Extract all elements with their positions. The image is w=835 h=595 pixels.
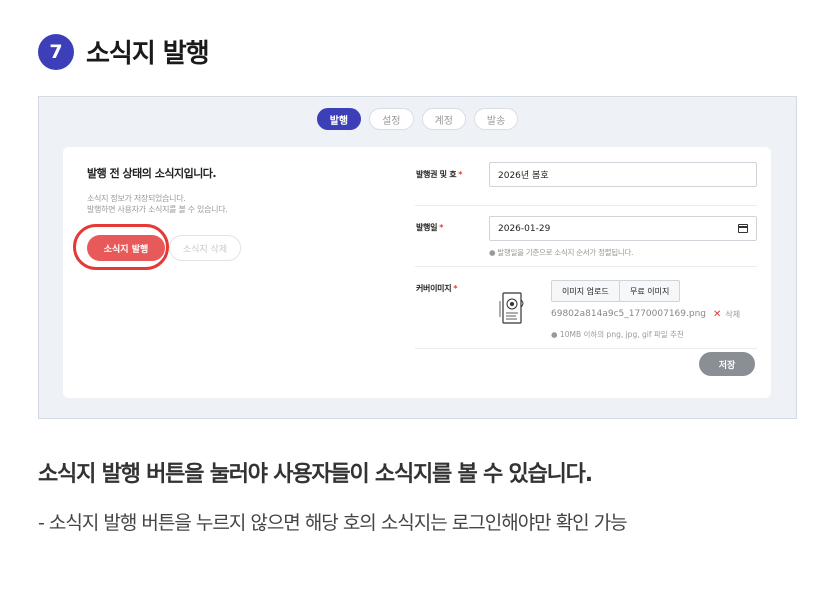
- issue-row: 발행권 및 호 * 2026년 봄호: [415, 157, 757, 206]
- status-desc-line-2: 발행하면 사용자가 소식지를 볼 수 있습니다.: [87, 205, 228, 214]
- date-hint: ● 발행일을 기준으로 소식지 순서가 정렬됩니다.: [489, 248, 634, 257]
- status-desc-line-1: 소식지 정보가 저장되었습니다.: [87, 194, 186, 203]
- date-input[interactable]: 2026-01-29: [489, 216, 757, 241]
- date-row: 발행일 * 2026-01-29 ● 발행일을 기준으로 소식지 순서가 정렬됩니…: [415, 206, 757, 267]
- newsletter-form: 발행권 및 호 * 2026년 봄호 발행일 * 2026-01-29 ● 발행일을…: [415, 157, 757, 349]
- calendar-icon[interactable]: [738, 224, 748, 233]
- free-image-button[interactable]: 무료 이미지: [619, 280, 681, 302]
- step-number-badge: 7: [38, 33, 74, 70]
- newsletter-card: 발행 전 상태의 소식지입니다. 소식지 정보가 저장되었습니다. 발행하면 사…: [63, 147, 771, 398]
- status-description: 소식지 정보가 저장되었습니다. 발행하면 사용자가 소식지를 볼 수 있습니다…: [87, 193, 387, 215]
- cover-row: 커버이미지 * 이미지 업로드 무료 이미지 69802a814a9c5_1770…: [415, 267, 757, 349]
- delete-cover-label: 삭제: [725, 310, 741, 319]
- caption-sub: - 소식지 발행 버튼을 누르지 않으면 해당 호의 소식지는 로그인해야만 확…: [38, 512, 628, 534]
- delete-cover-link[interactable]: ✕ 삭제: [713, 309, 740, 320]
- cover-file-hint: ● 10MB 이하의 png, jpg, gif 파일 추천: [551, 330, 684, 339]
- issue-label: 발행권 및 호 *: [416, 170, 463, 179]
- publish-status-panel: 발행 전 상태의 소식지입니다. 소식지 정보가 저장되었습니다. 발행하면 사…: [73, 165, 387, 270]
- step-header: 7 소식지 발행: [38, 33, 210, 70]
- screenshot-frame: 발행 설정 계정 발송 발행 전 상태의 소식지입니다. 소식지 정보가 저장되…: [38, 96, 797, 419]
- date-label: 발행일 *: [416, 223, 444, 232]
- delete-newsletter-button[interactable]: 소식지 삭제: [169, 235, 241, 261]
- tab-account[interactable]: 계정: [421, 108, 466, 130]
- cover-file-name: 69802a814a9c5_1770007169.png: [551, 309, 706, 319]
- publish-button[interactable]: 소식지 발행: [73, 224, 169, 270]
- tab-settings[interactable]: 설정: [369, 108, 414, 130]
- caption-main: 소식지 발행 버튼을 눌러야 사용자들이 소식지를 볼 수 있습니다.: [38, 462, 593, 487]
- cover-label: 커버이미지 *: [416, 284, 458, 293]
- save-button[interactable]: 저장: [699, 352, 755, 376]
- close-icon: ✕: [713, 309, 722, 320]
- tab-send[interactable]: 발송: [473, 108, 519, 130]
- tab-bar: 발행 설정 계정 발송: [39, 108, 796, 130]
- step-title: 소식지 발행: [86, 39, 210, 69]
- issue-input[interactable]: 2026년 봄호: [489, 162, 757, 187]
- date-value: 2026-01-29: [498, 223, 551, 234]
- status-title: 발행 전 상태의 소식지입니다.: [87, 167, 217, 180]
- status-buttons: 소식지 발행 소식지 삭제: [73, 224, 241, 270]
- tab-publish[interactable]: 발행: [316, 108, 362, 130]
- cover-thumbnail: [499, 292, 524, 324]
- publish-button-label: 소식지 발행: [103, 244, 149, 255]
- upload-image-button[interactable]: 이미지 업로드: [551, 280, 620, 302]
